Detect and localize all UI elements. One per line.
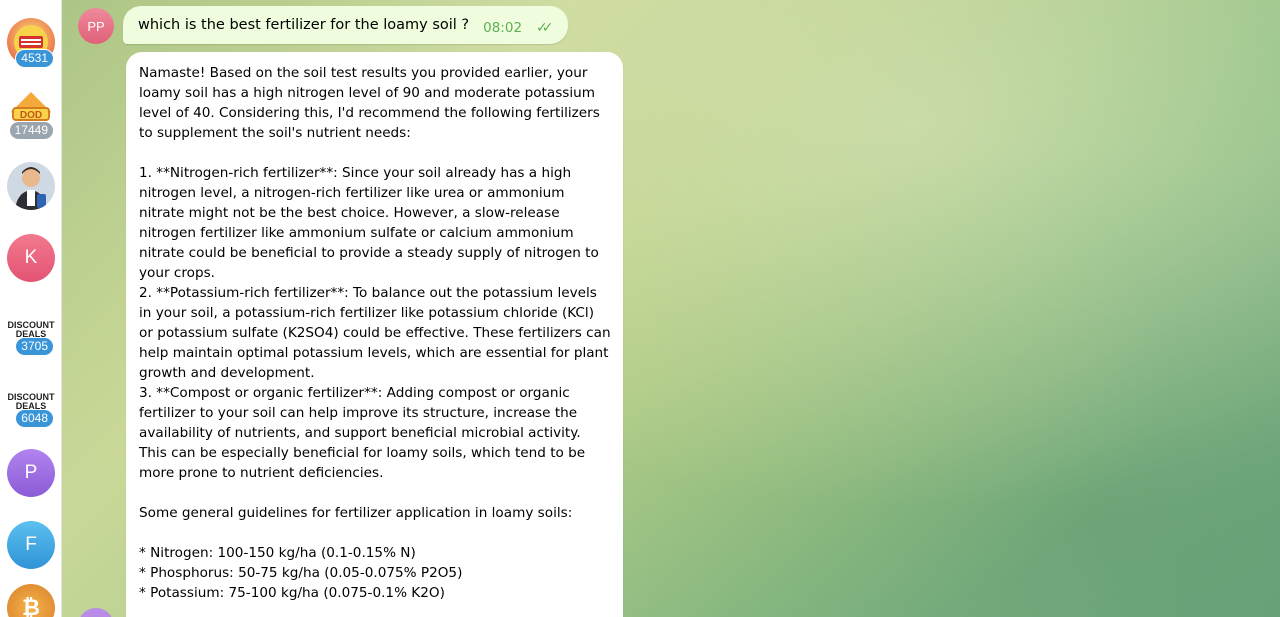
- sidebar-chat-discount-deals[interactable]: DISCOUNT DEALS 3705: [0, 300, 62, 360]
- character-avatar-icon: [7, 162, 55, 210]
- sidebar-chat-discount-deals-2[interactable]: DISCOUNT DEALS 6048: [0, 372, 62, 432]
- letter-avatar: F: [7, 521, 55, 569]
- sidebar-chat-p[interactable]: P: [0, 443, 62, 503]
- bitcoin-avatar: ₿: [7, 584, 55, 617]
- letter-avatar: P: [7, 449, 55, 497]
- unread-badge: 6048: [15, 409, 54, 428]
- incoming-message-text: Namaste! Based on the soil test results …: [139, 65, 611, 601]
- user-avatar[interactable]: PP: [78, 8, 114, 44]
- sidebar-chat-dod[interactable]: DOD 17449: [0, 84, 62, 144]
- double-check-icon: ✓✓: [536, 20, 554, 36]
- chat-list-sidebar: 4531 DOD 17449 K DISCOUNT DEALS 3705 DIS…: [0, 0, 62, 617]
- character-avatar: [7, 162, 55, 210]
- letter-avatar: K: [7, 234, 55, 282]
- unread-badge: 3705: [15, 337, 54, 356]
- sidebar-chat-k[interactable]: K: [0, 228, 62, 288]
- sidebar-chat-festival[interactable]: 4531: [0, 12, 62, 72]
- sidebar-chat-f[interactable]: F: [0, 515, 62, 575]
- svg-text:DOD: DOD: [20, 110, 42, 121]
- message-time: 08:02: [483, 20, 523, 36]
- bitcoin-icon: ₿: [22, 595, 40, 617]
- sidebar-chat-bitcoin[interactable]: ₿: [0, 578, 62, 617]
- outgoing-message[interactable]: which is the best fertilizer for the loa…: [123, 6, 568, 44]
- unread-badge: 17449: [8, 121, 54, 140]
- unread-badge: 4531: [15, 49, 54, 68]
- incoming-message[interactable]: Namaste! Based on the soil test results …: [126, 52, 623, 617]
- outgoing-message-text: which is the best fertilizer for the loa…: [138, 17, 470, 33]
- sidebar-chat-character[interactable]: [0, 156, 62, 216]
